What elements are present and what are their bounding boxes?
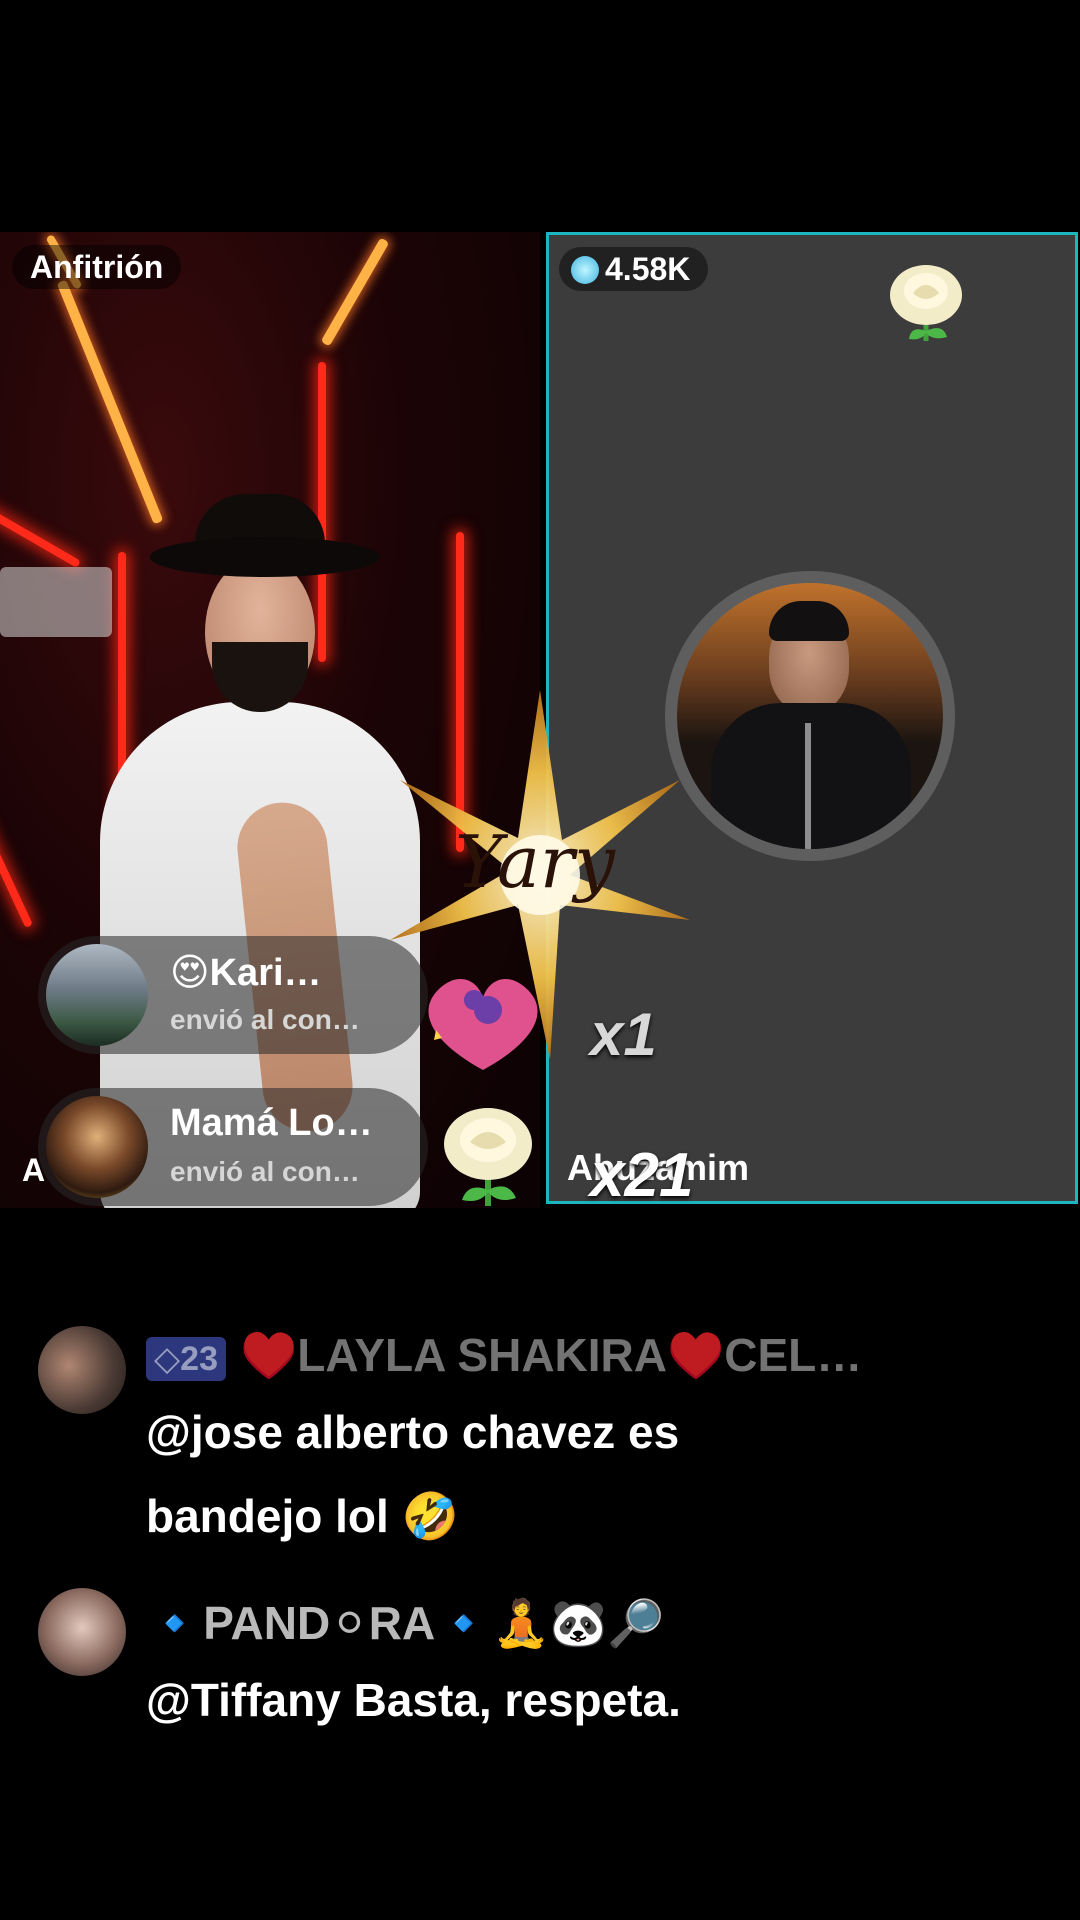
- neon-light: [320, 237, 390, 347]
- level-badge: ◇23: [146, 1336, 226, 1381]
- avatar: [46, 1096, 148, 1198]
- gift-notification[interactable]: Mamá Lo… envió al con…: [38, 1088, 428, 1206]
- air-conditioner: [0, 567, 112, 637]
- avatar: [38, 1326, 126, 1414]
- host-hat-brim: [150, 537, 380, 577]
- comment-item[interactable]: ◇23 ♥️LAYLA SHAKIRA♥️CEL… @jose alberto c…: [0, 1318, 1080, 1568]
- guest-score: 4.58K: [605, 251, 691, 287]
- comment-username-row: ◇23 ♥️LAYLA SHAKIRA♥️CEL…: [146, 1328, 862, 1383]
- star-burst-text: Yary: [455, 820, 615, 904]
- neon-light: [0, 815, 33, 929]
- comment-text: @jose alberto chavez es bandejo lol 🤣: [146, 1406, 680, 1542]
- gift-action: envió al con…: [170, 1004, 360, 1035]
- comment-username: 🔹PAND⚪RA🔹🧘🐼🔎: [146, 1597, 665, 1649]
- gift-multiplier: x1: [590, 1001, 657, 1068]
- host-label: Anfitrión: [12, 245, 182, 289]
- comment-item[interactable]: 🔹PAND⚪RA🔹🧘🐼🔎 @Tiffany Basta, respeta.: [0, 1588, 1080, 1758]
- avatar: [38, 1588, 126, 1676]
- guest-avatar[interactable]: [665, 571, 955, 861]
- comment-username: ♥️LAYLA SHAKIRA♥️CEL…: [239, 1329, 863, 1381]
- gift-action: envió al con…: [170, 1156, 360, 1187]
- avatar: [46, 944, 148, 1046]
- white-rose-icon: [890, 265, 962, 341]
- neon-light: [56, 279, 164, 525]
- gift-multiplier: x21: [590, 1141, 694, 1210]
- host-beard: [212, 642, 308, 712]
- gift-sender-name: 😍Kari…: [170, 952, 322, 994]
- gift-sender-name: Mamá Lo…: [170, 1102, 373, 1144]
- guest-score-pill: 4.58K: [559, 247, 709, 291]
- neon-light: [318, 362, 326, 662]
- coin-icon: [571, 256, 599, 284]
- comment-text: @Tiffany Basta, respeta.: [146, 1674, 681, 1726]
- neon-light: [0, 486, 81, 568]
- white-rose-icon: [444, 1108, 532, 1206]
- gift-notification[interactable]: 😍Kari… envió al con…: [38, 936, 428, 1054]
